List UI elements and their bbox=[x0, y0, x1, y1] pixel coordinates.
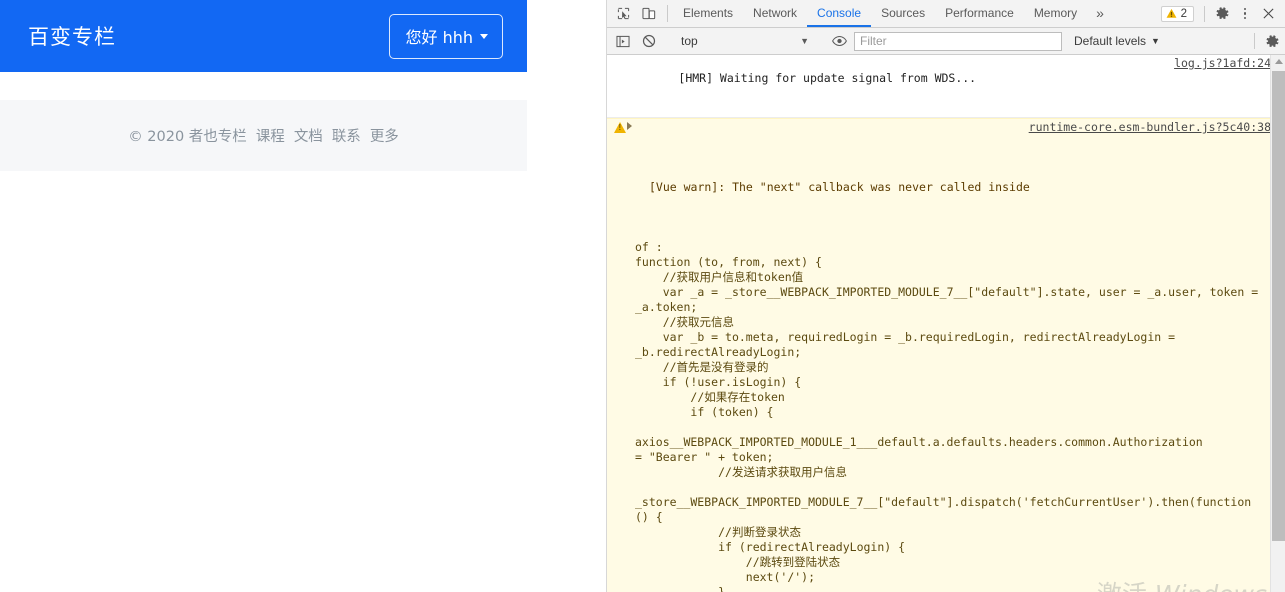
tab-sources[interactable]: Sources bbox=[871, 0, 935, 27]
warning-count: 2 bbox=[1180, 7, 1187, 20]
screen: 百变专栏 您好 hhh © 2020 者也专栏 课程 文档 联系 更多 Elem… bbox=[0, 0, 1285, 592]
execution-context-value: top bbox=[681, 34, 698, 48]
execution-context-select[interactable]: top ▼ bbox=[673, 32, 815, 51]
page-body-spacer bbox=[0, 72, 527, 100]
scroll-up-arrow-icon[interactable] bbox=[1275, 59, 1283, 64]
gear-icon[interactable] bbox=[1209, 6, 1235, 21]
user-menu-label: 您好 hhh bbox=[405, 27, 473, 47]
tab-memory[interactable]: Memory bbox=[1024, 0, 1087, 27]
web-page-viewport: 百变专栏 您好 hhh © 2020 者也专栏 课程 文档 联系 更多 bbox=[0, 0, 607, 592]
console-messages[interactable]: [HMR] Waiting for update signal from WDS… bbox=[607, 55, 1285, 592]
console-source-link[interactable]: runtime-core.esm-bundler.js?5c40:38 bbox=[1029, 120, 1271, 135]
footer-copyright: © 2020 者也专栏 bbox=[128, 129, 247, 145]
console-message-warning[interactable]: [Vue warn]: The "next" callback was neve… bbox=[607, 118, 1285, 592]
warning-triangle-icon bbox=[1166, 8, 1177, 19]
console-message-info[interactable]: [HMR] Waiting for update signal from WDS… bbox=[607, 55, 1285, 118]
tab-performance[interactable]: Performance bbox=[935, 0, 1024, 27]
devtools-toolbar-actions: 2 bbox=[1160, 0, 1285, 27]
footer-link-courses[interactable]: 课程 bbox=[256, 125, 285, 146]
console-warning-body: of : function (to, from, next) { //获取用户信… bbox=[635, 240, 1259, 592]
clear-console-icon[interactable] bbox=[636, 34, 662, 48]
console-source-link[interactable]: log.js?1afd:24 bbox=[1174, 56, 1271, 71]
footer-link-docs[interactable]: 文档 bbox=[294, 125, 323, 146]
scrollbar-thumb[interactable] bbox=[1272, 71, 1285, 541]
site-footer: © 2020 者也专栏 课程 文档 联系 更多 bbox=[0, 100, 527, 171]
close-icon[interactable] bbox=[1255, 7, 1281, 20]
site-navbar: 百变专栏 您好 hhh bbox=[0, 0, 527, 72]
filterbar-divider-3 bbox=[1254, 33, 1255, 49]
console-sidebar-icon[interactable] bbox=[610, 35, 636, 48]
console-scrollbar[interactable] bbox=[1270, 55, 1285, 592]
caret-down-icon: ▼ bbox=[800, 36, 809, 46]
toolbar-divider-2 bbox=[1204, 5, 1205, 22]
tab-console[interactable]: Console bbox=[807, 0, 872, 27]
user-menu-button[interactable]: 您好 hhh bbox=[389, 13, 503, 59]
console-filter-bar: top ▼ Default levels ▼ bbox=[607, 28, 1285, 55]
tab-network[interactable]: Network bbox=[743, 0, 807, 27]
devtools-panel: Elements Network Console Sources Perform… bbox=[607, 0, 1285, 592]
console-settings-gear-icon[interactable] bbox=[1259, 34, 1285, 49]
devtools-tabs: Elements Network Console Sources Perform… bbox=[673, 0, 1113, 27]
caret-down-icon bbox=[480, 34, 488, 39]
page-content: 百变专栏 您好 hhh © 2020 者也专栏 课程 文档 联系 更多 bbox=[0, 0, 527, 171]
toolbar-divider bbox=[667, 5, 668, 22]
live-expression-eye-icon[interactable] bbox=[826, 35, 852, 47]
log-levels-label: Default levels bbox=[1074, 34, 1147, 48]
footer-link-contact[interactable]: 联系 bbox=[332, 125, 361, 146]
console-filter-input[interactable] bbox=[854, 31, 1062, 51]
console-warning-headline: [Vue warn]: The "next" callback was neve… bbox=[649, 180, 1030, 194]
console-message-text: [HMR] Waiting for update signal from WDS… bbox=[678, 71, 977, 85]
disclosure-triangle-icon[interactable] bbox=[627, 122, 632, 130]
warning-count-badge[interactable]: 2 bbox=[1160, 5, 1194, 22]
footer-link-more[interactable]: 更多 bbox=[370, 125, 399, 146]
more-tabs-icon[interactable]: » bbox=[1087, 0, 1113, 27]
filterbar-actions bbox=[1250, 33, 1285, 49]
inspect-element-icon[interactable] bbox=[610, 0, 636, 27]
caret-down-icon: ▼ bbox=[1151, 36, 1160, 46]
site-brand[interactable]: 百变专栏 bbox=[28, 21, 116, 51]
kebab-menu-icon[interactable] bbox=[1235, 7, 1255, 20]
tab-elements[interactable]: Elements bbox=[673, 0, 743, 27]
warning-triangle-icon bbox=[614, 122, 626, 133]
device-toolbar-icon[interactable] bbox=[636, 0, 662, 27]
log-levels-select[interactable]: Default levels ▼ bbox=[1074, 34, 1160, 48]
devtools-tabbar: Elements Network Console Sources Perform… bbox=[607, 0, 1285, 28]
